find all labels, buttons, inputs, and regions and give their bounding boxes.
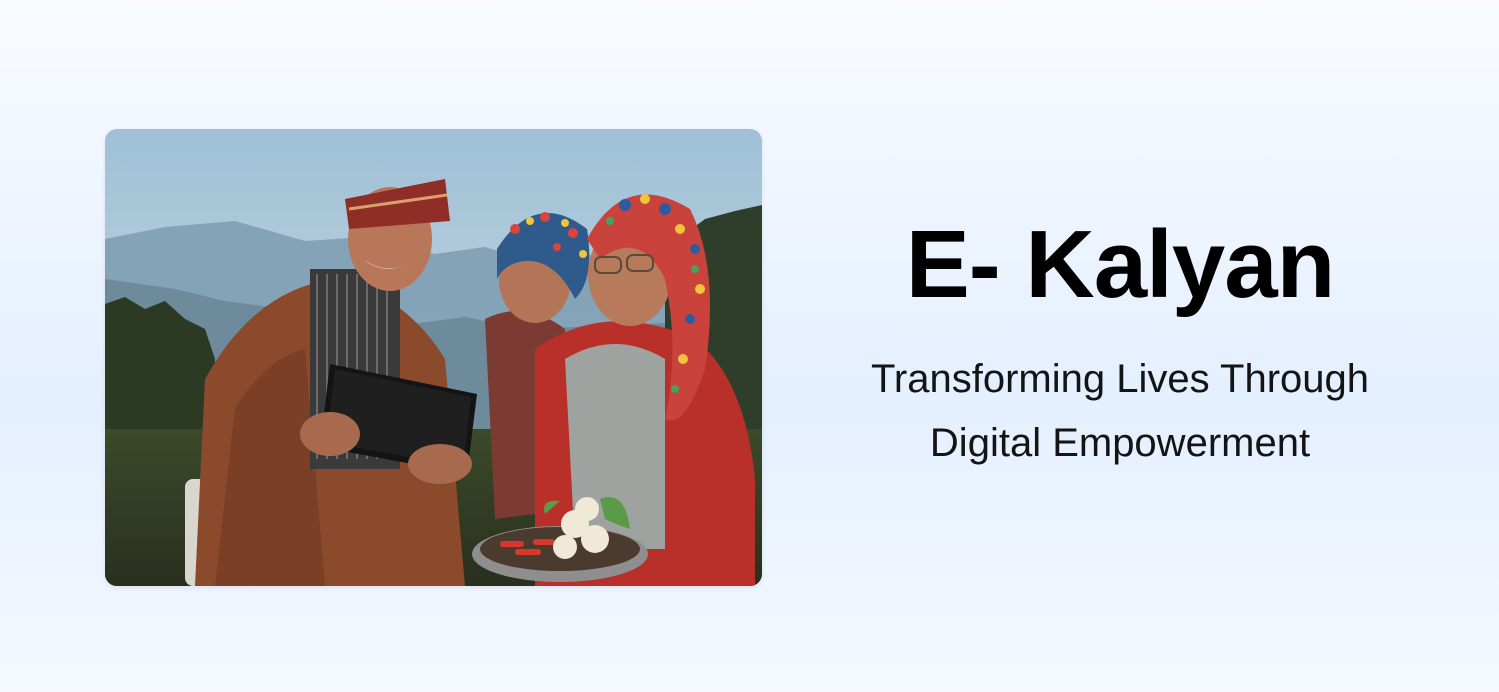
page-subtitle: Transforming Lives Through Digital Empow… — [870, 357, 1369, 465]
hero-image — [105, 129, 762, 586]
page-title: E- Kalyan — [905, 211, 1335, 318]
hero-section: E- Kalyan Transforming Lives Through Dig… — [0, 0, 1499, 692]
hero-text-block: E- Kalyan Transforming Lives Through Dig… — [820, 205, 1420, 475]
